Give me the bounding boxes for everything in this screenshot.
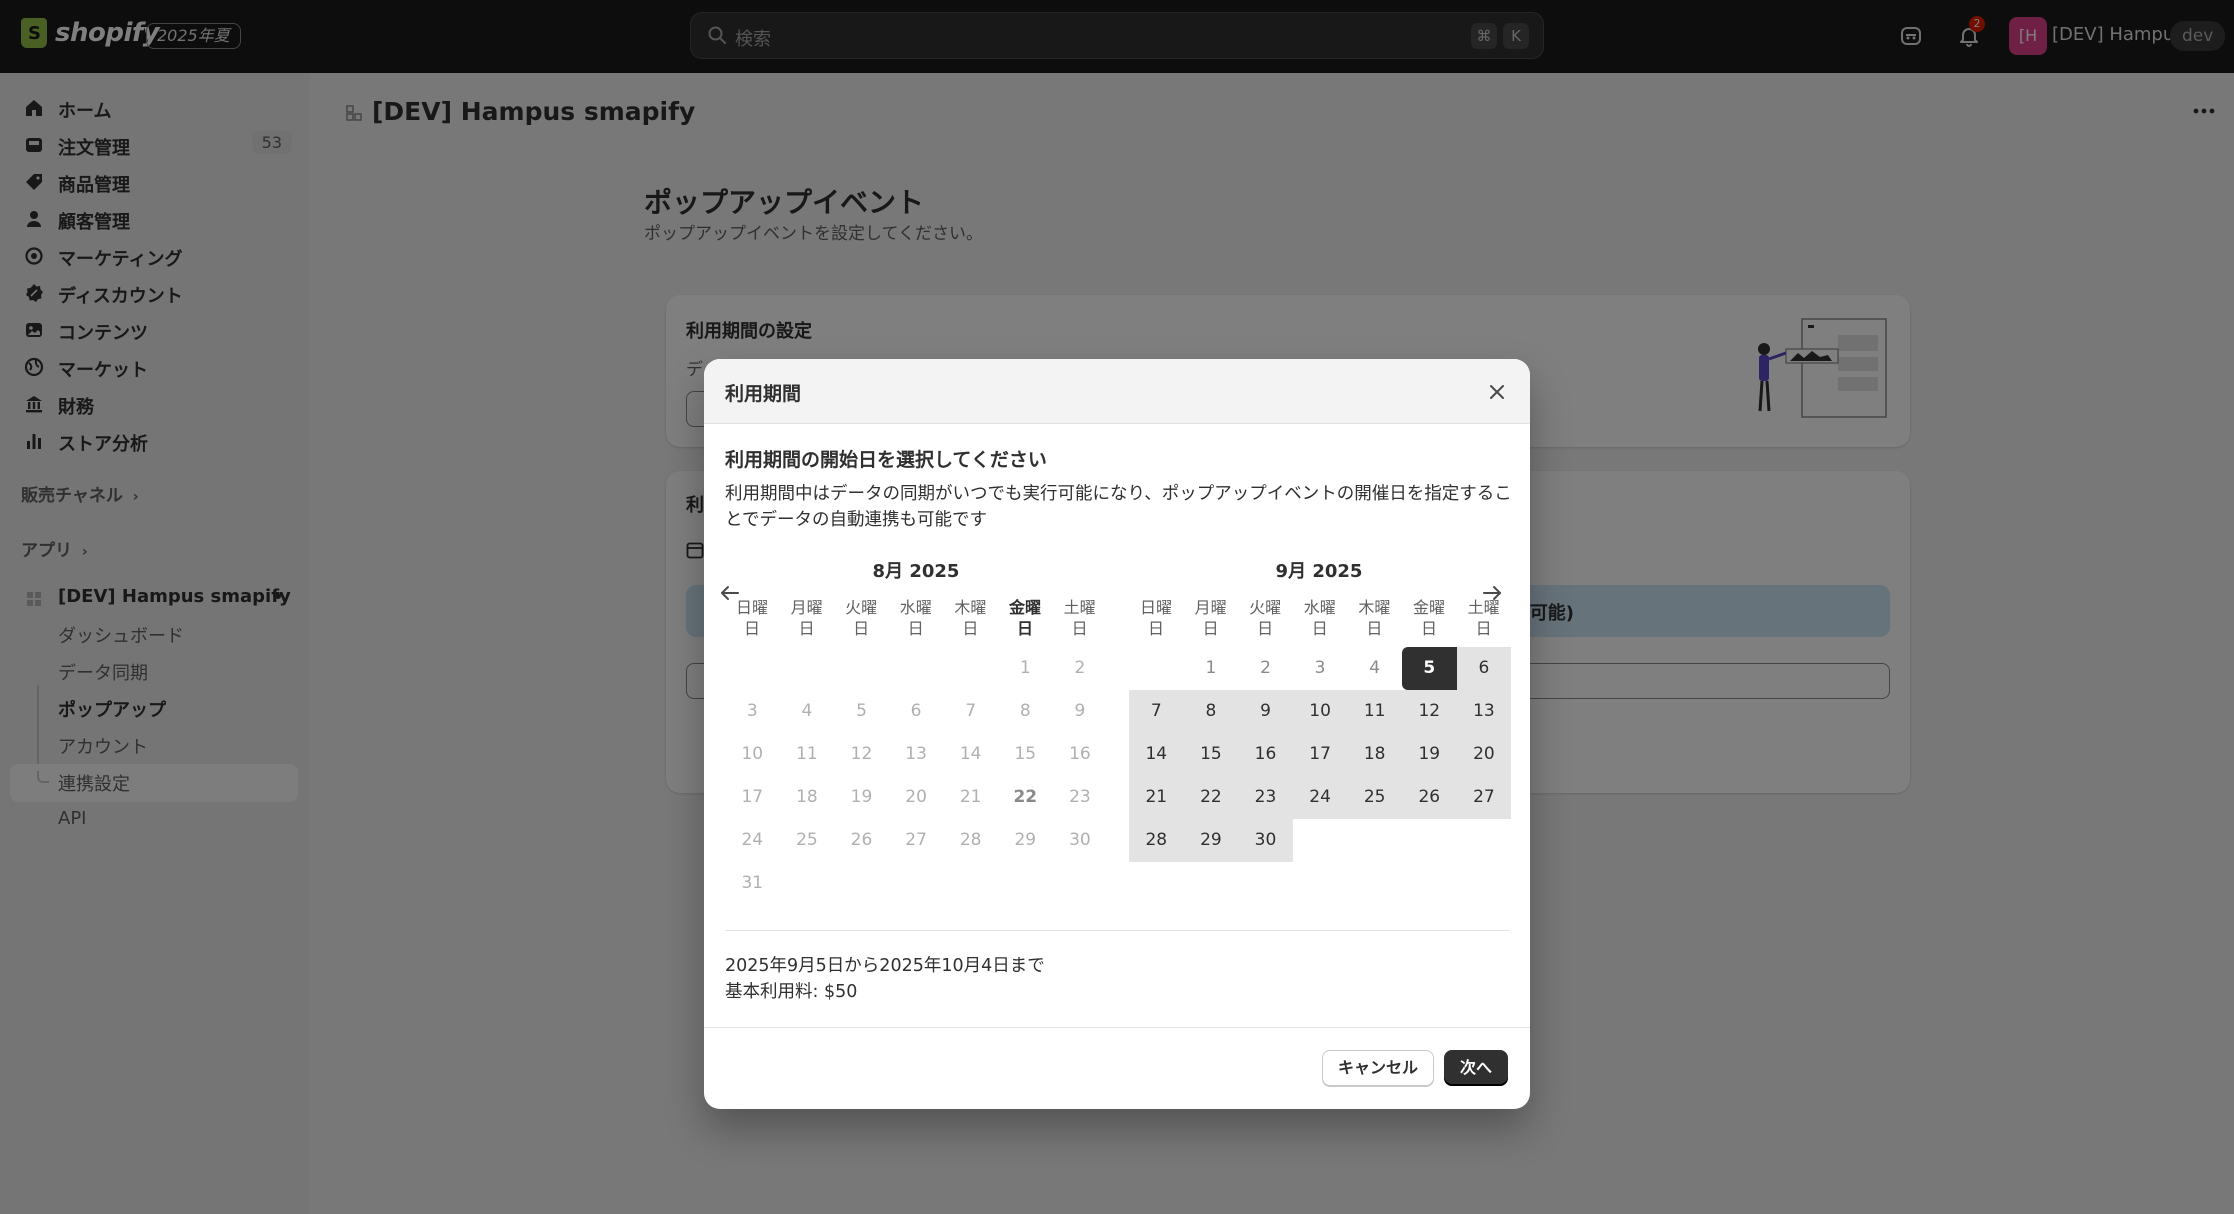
- calendar-day: 23: [1069, 787, 1091, 807]
- calendar-day: 4: [801, 701, 813, 721]
- calendar-day: 5: [856, 701, 867, 721]
- weekday-header: 土曜日: [1063, 598, 1096, 638]
- weekday-header: 金曜日: [1008, 598, 1041, 638]
- calendar-day[interactable]: 26: [1402, 776, 1457, 819]
- selected-range-text: 2025年9月5日から2025年10月4日まで: [725, 956, 1045, 976]
- close-icon: [1490, 385, 1504, 399]
- cancel-button[interactable]: キャンセル: [1322, 1050, 1434, 1086]
- next-button[interactable]: 次へ: [1444, 1050, 1508, 1086]
- weekday-header: 火曜日: [1249, 598, 1282, 638]
- weekday-header: 土曜日: [1467, 598, 1500, 638]
- weekday-header: 日曜日: [735, 598, 768, 638]
- calendar-day: 31: [741, 873, 764, 893]
- calendar-day: 6: [910, 701, 922, 721]
- calendar-day: 8: [1019, 701, 1031, 721]
- divider: [725, 930, 1509, 931]
- usage-period-modal: 利用期間 利用期間の開始日を選択してください 利用期間中はデータの同期がいつでも…: [704, 359, 1530, 1109]
- calendar-day[interactable]: 13: [1456, 690, 1512, 733]
- calendar-day[interactable]: 18: [1347, 733, 1402, 776]
- modal-title: 利用期間: [725, 383, 802, 405]
- calendar-day[interactable]: 9: [1238, 690, 1293, 733]
- calendar-day: 3: [746, 701, 758, 721]
- modal-heading: 利用期間の開始日を選択してください: [725, 449, 1047, 471]
- calendar-day[interactable]: 7: [1129, 690, 1184, 733]
- calendar-day[interactable]: 25: [1347, 776, 1402, 819]
- weekday-header: 木曜日: [1358, 598, 1391, 638]
- calendar-day: 15: [1014, 744, 1037, 764]
- calendar-day: 30: [1069, 830, 1091, 850]
- calendar-day[interactable]: 29: [1183, 819, 1239, 862]
- calendar-day[interactable]: 23: [1238, 776, 1293, 819]
- calendar-day: 10: [741, 744, 764, 764]
- month-title-september: 9月 2025: [1275, 561, 1363, 582]
- calendar-day[interactable]: 24: [1292, 776, 1348, 819]
- calendar-day: 25: [796, 830, 818, 850]
- calendar-day[interactable]: 17: [1292, 733, 1348, 776]
- calendar-day: 13: [905, 744, 927, 764]
- weekday-header: 木曜日: [954, 598, 987, 638]
- weekday-header: 月曜日: [790, 598, 823, 638]
- modal-description: 利用期間中はデータの同期がいつでも実行可能になり、ポップアップイベントの開催日を…: [725, 484, 1512, 530]
- calendar-day[interactable]: 10: [1292, 690, 1348, 733]
- calendar-day[interactable]: 20: [1456, 733, 1512, 776]
- calendar-day: 16: [1069, 744, 1091, 764]
- calendar-day[interactable]: 21: [1129, 776, 1184, 819]
- calendar-day: 2: [1074, 658, 1086, 678]
- calendar-day: 1: [1019, 658, 1031, 678]
- calendar-day[interactable]: 2: [1238, 647, 1293, 690]
- calendar-day[interactable]: 6: [1456, 647, 1512, 690]
- calendar-day: 22: [1013, 787, 1038, 807]
- base-fee-text: 基本利用料: $50: [725, 982, 858, 1002]
- calendar-day: 21: [959, 787, 982, 807]
- calendar-day: 9: [1074, 701, 1086, 721]
- calendar-day[interactable]: 16: [1238, 733, 1293, 776]
- calendar-day: 24: [741, 830, 764, 850]
- calendar-day[interactable]: 27: [1456, 776, 1512, 819]
- calendar-day[interactable]: 15: [1183, 733, 1239, 776]
- calendar-day[interactable]: 14: [1129, 733, 1184, 776]
- calendar-day: 28: [959, 830, 982, 850]
- calendar-day[interactable]: 30: [1238, 819, 1293, 862]
- calendar-day[interactable]: 22: [1183, 776, 1239, 819]
- calendar-day: 19: [850, 787, 873, 807]
- calendar-day[interactable]: 11: [1347, 690, 1402, 733]
- weekday-header: 水曜日: [1303, 598, 1336, 638]
- weekday-header: 月曜日: [1194, 598, 1227, 638]
- calendar-day[interactable]: 5: [1402, 647, 1457, 690]
- calendar-day[interactable]: 12: [1402, 690, 1457, 733]
- calendar-day: 26: [850, 830, 873, 850]
- calendar-day[interactable]: 28: [1129, 819, 1184, 862]
- weekday-header: 水曜日: [899, 598, 932, 638]
- calendar-day: 20: [905, 787, 927, 807]
- calendar-day[interactable]: 4: [1347, 647, 1402, 690]
- close-button[interactable]: [1484, 379, 1510, 405]
- weekday-header: 日曜日: [1139, 598, 1172, 638]
- calendar-day[interactable]: 1: [1184, 647, 1239, 690]
- calendar-day[interactable]: 8: [1183, 690, 1239, 733]
- calendar-day: 18: [796, 787, 818, 807]
- calendar-day: 27: [905, 830, 927, 850]
- calendar-day: 29: [1014, 830, 1037, 850]
- weekday-header: 金曜日: [1412, 598, 1445, 638]
- calendar-day: 7: [965, 701, 977, 721]
- month-title-august: 8月 2025: [872, 561, 960, 582]
- calendar-day[interactable]: 3: [1293, 647, 1348, 690]
- calendar-day: 17: [741, 787, 764, 807]
- modal-header: 利用期間: [704, 359, 1530, 424]
- calendar-day: 11: [796, 744, 818, 764]
- weekday-header: 火曜日: [845, 598, 878, 638]
- calendar-day: 12: [850, 744, 873, 764]
- calendar-day[interactable]: 19: [1402, 733, 1457, 776]
- calendar-day: 14: [959, 744, 982, 764]
- footer-divider: [704, 1027, 1530, 1028]
